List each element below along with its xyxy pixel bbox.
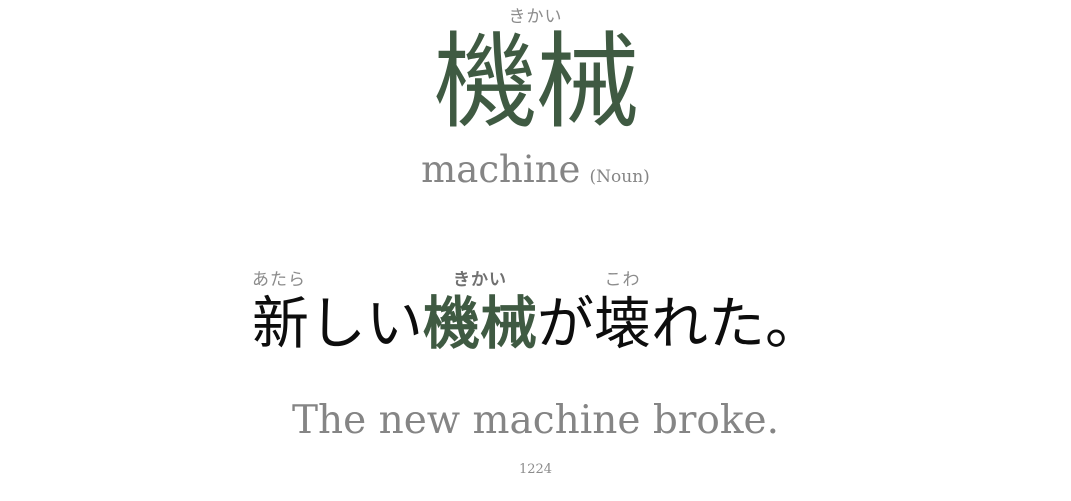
segment-text: 壊れた。 <box>594 291 822 357</box>
segment-furigana: あたら <box>252 270 306 290</box>
example-sentence: あたら 新しい きかい 機械 が こわ 壊れた。 <box>252 268 822 356</box>
word-kanji: 機械 <box>433 21 639 143</box>
sentence-segment: あたら 新しい <box>252 268 423 356</box>
target-text: 機械 <box>423 290 537 357</box>
sentence-segment: こわ 壊れた。 <box>594 268 822 356</box>
sentence-translation: The new machine broke. <box>291 398 780 443</box>
segment-furigana <box>537 268 594 292</box>
part-of-speech: (Noun) <box>589 167 650 187</box>
sentence-segment: が <box>537 268 594 356</box>
target-furigana: きかい <box>453 270 507 290</box>
segment-furigana: こわ <box>604 270 641 290</box>
word-meaning: machine <box>421 148 581 191</box>
segment-text: が <box>537 291 594 357</box>
segment-text: 新しい <box>252 291 423 357</box>
card-id: 1224 <box>518 462 553 477</box>
sentence-target-word: きかい 機械 <box>423 268 537 356</box>
meaning-line: machine (Noun) <box>0 148 1071 191</box>
